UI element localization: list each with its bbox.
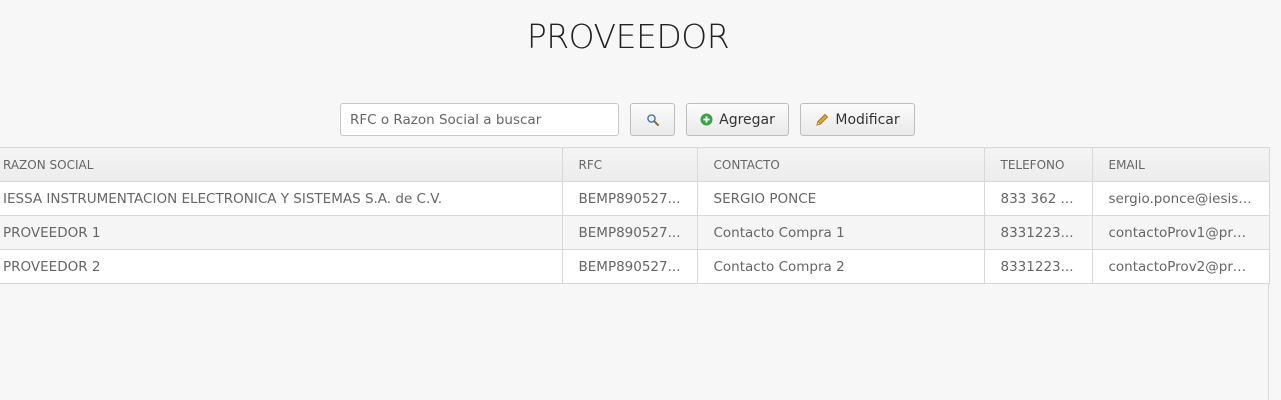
page-title: PROVEEDOR (526, 17, 730, 56)
supplier-table: RAZON SOCIAL RFC CONTACTO TELEFONO EMAIL… (0, 147, 1270, 284)
column-header-rfc[interactable]: RFC (562, 147, 698, 182)
column-header-email[interactable]: EMAIL (1092, 147, 1270, 182)
cell-razon-social: IESSA INSTRUMENTACION ELECTRONICA Y SIST… (0, 181, 563, 216)
search-toolbar: Agregar Modificar (340, 103, 915, 136)
plus-circle-icon (700, 113, 713, 126)
cell-telefono: 8331223... (984, 215, 1093, 250)
table-header-row: RAZON SOCIAL RFC CONTACTO TELEFONO EMAIL (0, 147, 1270, 182)
column-header-telefono[interactable]: TELEFONO (984, 147, 1093, 182)
table-row[interactable]: IESSA INSTRUMENTACION ELECTRONICA Y SIST… (0, 181, 1270, 216)
cell-telefono: 8331223... (984, 249, 1093, 284)
cell-rfc: BEMP890527... (562, 215, 698, 250)
magnifier-icon (646, 113, 660, 127)
pencil-icon (815, 113, 829, 127)
search-input[interactable] (340, 103, 619, 136)
supplier-page: PROVEEDOR Agregar (0, 0, 1281, 400)
add-button-label: Agregar (719, 111, 775, 128)
search-button[interactable] (630, 103, 675, 136)
cell-razon-social: PROVEEDOR 2 (0, 249, 563, 284)
cell-email: sergio.ponce@iesis.... (1092, 181, 1270, 216)
cell-contacto: Contacto Compra 2 (697, 249, 985, 284)
cell-razon-social: PROVEEDOR 1 (0, 215, 563, 250)
supplier-grid: RAZON SOCIAL RFC CONTACTO TELEFONO EMAIL… (0, 147, 1270, 400)
modify-button[interactable]: Modificar (800, 103, 915, 136)
table-row[interactable]: PROVEEDOR 2 BEMP890527... Contacto Compr… (0, 249, 1270, 284)
cell-email: contactoProv2@prov... (1092, 249, 1270, 284)
cell-email: contactoProv1@prov... (1092, 215, 1270, 250)
modify-button-label: Modificar (835, 111, 900, 128)
cell-rfc: BEMP890527... (562, 249, 698, 284)
cell-contacto: SERGIO PONCE (697, 181, 985, 216)
cell-telefono: 833 362 ... (984, 181, 1093, 216)
cell-contacto: Contacto Compra 1 (697, 215, 985, 250)
cell-rfc: BEMP890527... (562, 181, 698, 216)
add-button[interactable]: Agregar (686, 103, 789, 136)
table-row[interactable]: PROVEEDOR 1 BEMP890527... Contacto Compr… (0, 215, 1270, 250)
column-header-contacto[interactable]: CONTACTO (697, 147, 985, 182)
column-header-razon-social[interactable]: RAZON SOCIAL (0, 147, 563, 182)
